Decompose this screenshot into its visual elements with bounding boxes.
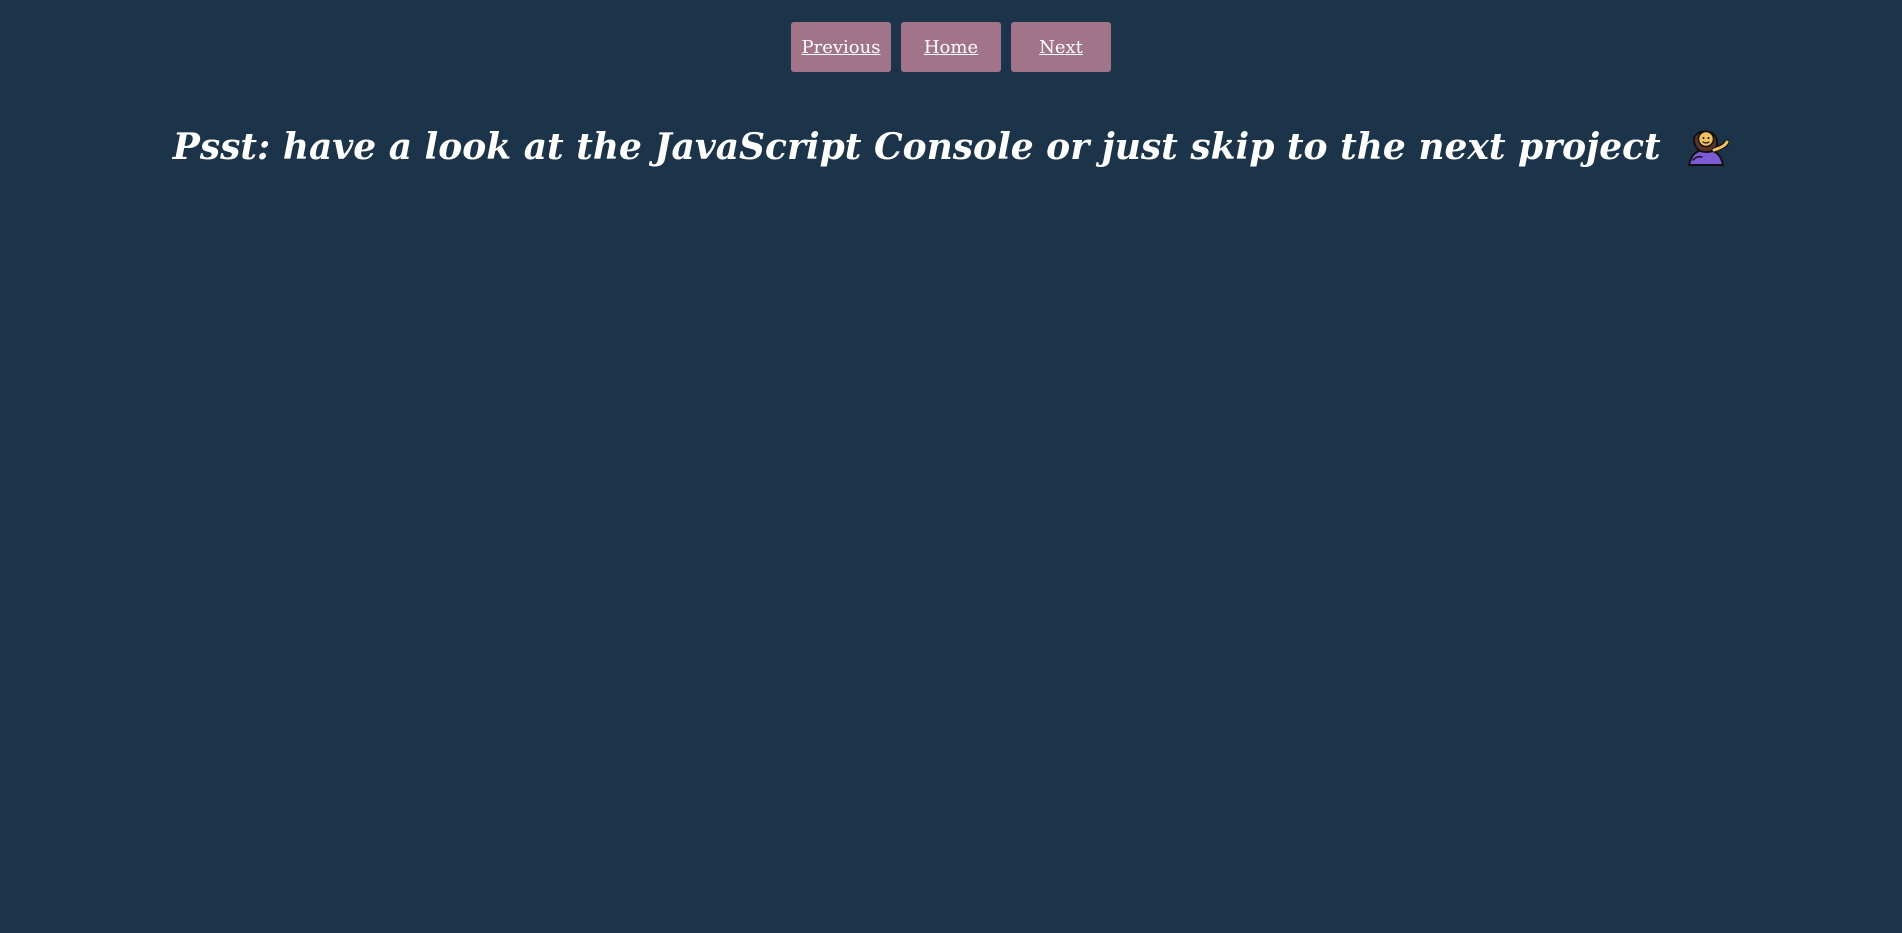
project-navigation: Previous Home Next — [0, 22, 1902, 72]
woman-tipping-hand-icon — [1683, 121, 1730, 183]
console-hint-text: Psst: have a look at the JavaScript Cons… — [172, 126, 1661, 169]
page: Previous Home Next Psst: have a look at … — [0, 0, 1902, 933]
home-button[interactable]: Home — [901, 22, 1001, 72]
previous-button[interactable]: Previous — [791, 22, 891, 72]
console-hint-message: Psst: have a look at the JavaScript Cons… — [0, 119, 1902, 183]
next-button[interactable]: Next — [1011, 22, 1111, 72]
